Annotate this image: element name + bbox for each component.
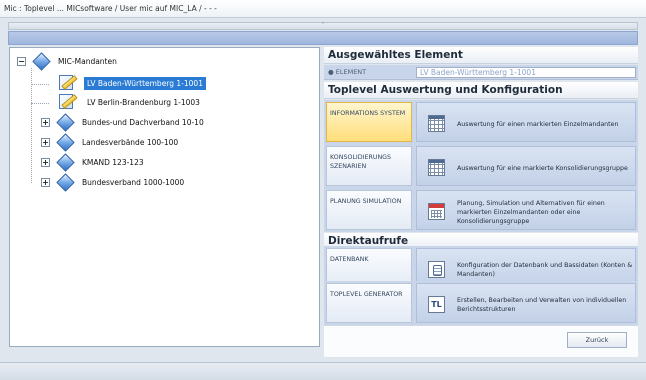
tree-node-label: Landesverbände 100-100 (82, 137, 179, 147)
planung-simulation-button[interactable]: PLANUNG SIMULATION (326, 190, 412, 230)
expand-toggle[interactable]: + (41, 137, 50, 147)
tree-connector (31, 84, 49, 85)
table-icon (428, 115, 445, 132)
element-label: ● ELEMENT (328, 68, 367, 76)
tree-node-label: LV Berlin-Brandenburg 1-1003 (87, 97, 200, 107)
section-heading-toplevel: Toplevel Auswertung und Konfiguration (324, 82, 638, 99)
collapse-panel-handle[interactable]: ˄ (8, 22, 638, 30)
tree-node-label: LV Baden-Württemberg 1-1001 (84, 76, 206, 90)
tree-node-lv-berlin-brandenburg[interactable]: LV Berlin-Brandenburg 1-1003 (58, 92, 203, 112)
tree-node-root[interactable]: − MIC-Mandanten (17, 51, 120, 71)
table-icon (428, 159, 445, 176)
diamond-icon (32, 51, 51, 71)
expand-toggle[interactable]: + (41, 177, 50, 187)
action-row-konsolidierungs-szenarien: KONSOLIDIERUNGS SZENARIEN Auswertung für… (324, 144, 638, 188)
tree-node-label: Bundesverband 1000-1000 (82, 177, 185, 187)
database-icon (428, 261, 445, 278)
header-band (8, 31, 638, 45)
action-description: Auswertung für einen markierten Einzelma… (457, 120, 619, 128)
tree-node-label: Bundes-und Dachverband 10-10 (82, 117, 204, 127)
collapse-toggle[interactable]: − (17, 56, 26, 66)
selected-element-row: ● ELEMENT LV Baden-Württemberg 1-1001 (324, 65, 638, 80)
konsolidierungs-szenarien-button[interactable]: KONSOLIDIERUNGS SZENARIEN (326, 146, 412, 186)
informations-system-button[interactable]: INFORMATIONS SYSTEM (326, 102, 412, 142)
action-description: Planung, Simulation und Alternativen für… (457, 199, 605, 225)
action-row-toplevel-generator: TOPLEVEL GENERATOR TL Erstellen, Bearbei… (324, 281, 638, 325)
document-edit-icon (58, 93, 78, 111)
selected-element-field[interactable]: LV Baden-Württemberg 1-1001 (416, 67, 636, 78)
diamond-icon (56, 152, 75, 172)
calendar-icon (428, 203, 445, 220)
tree-node-landesverbaende[interactable]: + Landesverbände 100-100 (41, 132, 181, 152)
action-description-box: Auswertung für einen markierten Einzelma… (416, 102, 636, 142)
tree-node-label: KMAND 123-123 (82, 157, 144, 167)
action-description-box: Planung, Simulation und Alternativen für… (416, 190, 636, 230)
action-description: Auswertung für eine markierte Konsolidie… (457, 164, 628, 172)
status-bar (0, 362, 646, 380)
expand-toggle[interactable]: + (41, 157, 50, 167)
tree-node-bundes-und-dachverband[interactable]: + Bundes-und Dachverband 10-10 (41, 112, 207, 132)
action-description: Erstellen, Bearbeiten und Verwalten von … (457, 297, 627, 313)
document-edit-icon (58, 74, 78, 92)
action-row-informations-system: INFORMATIONS SYSTEM Auswertung für einen… (324, 100, 638, 144)
diamond-icon (56, 132, 75, 152)
section-heading-selected-element: Ausgewähltes Element (324, 47, 638, 64)
tree-node-label: MIC-Mandanten (58, 56, 117, 66)
footer-area: Zurück (324, 325, 638, 357)
tree-connector (31, 68, 32, 183)
back-button[interactable]: Zurück (567, 332, 627, 348)
toplevel-generator-button[interactable]: TOPLEVEL GENERATOR (326, 283, 412, 323)
action-panel: Ausgewähltes Element ● ELEMENT LV Baden-… (324, 47, 638, 357)
tree-connector (31, 103, 49, 104)
diamond-icon (56, 112, 75, 132)
diamond-icon (56, 172, 75, 192)
mandanten-tree: − MIC-Mandanten LV Baden-Württemberg 1-1… (9, 47, 320, 347)
action-row-planung-simulation: PLANUNG SIMULATION Planung, Simulation u… (324, 188, 638, 232)
tree-node-bundesverband[interactable]: + Bundesverband 1000-1000 (41, 172, 187, 192)
expand-toggle[interactable]: + (41, 117, 50, 127)
action-description-box: Auswertung für eine markierte Konsolidie… (416, 146, 636, 186)
tl-generator-icon: TL (428, 296, 445, 313)
tree-node-kmand[interactable]: + KMAND 123-123 (41, 152, 147, 172)
action-description-box: TL Erstellen, Bearbeiten und Verwalten v… (416, 283, 636, 323)
window-title: Mic : Toplevel ... MICsoftware / User mi… (0, 0, 646, 18)
tree-node-lv-baden-wuerttemberg[interactable]: LV Baden-Württemberg 1-1001 (58, 73, 206, 93)
